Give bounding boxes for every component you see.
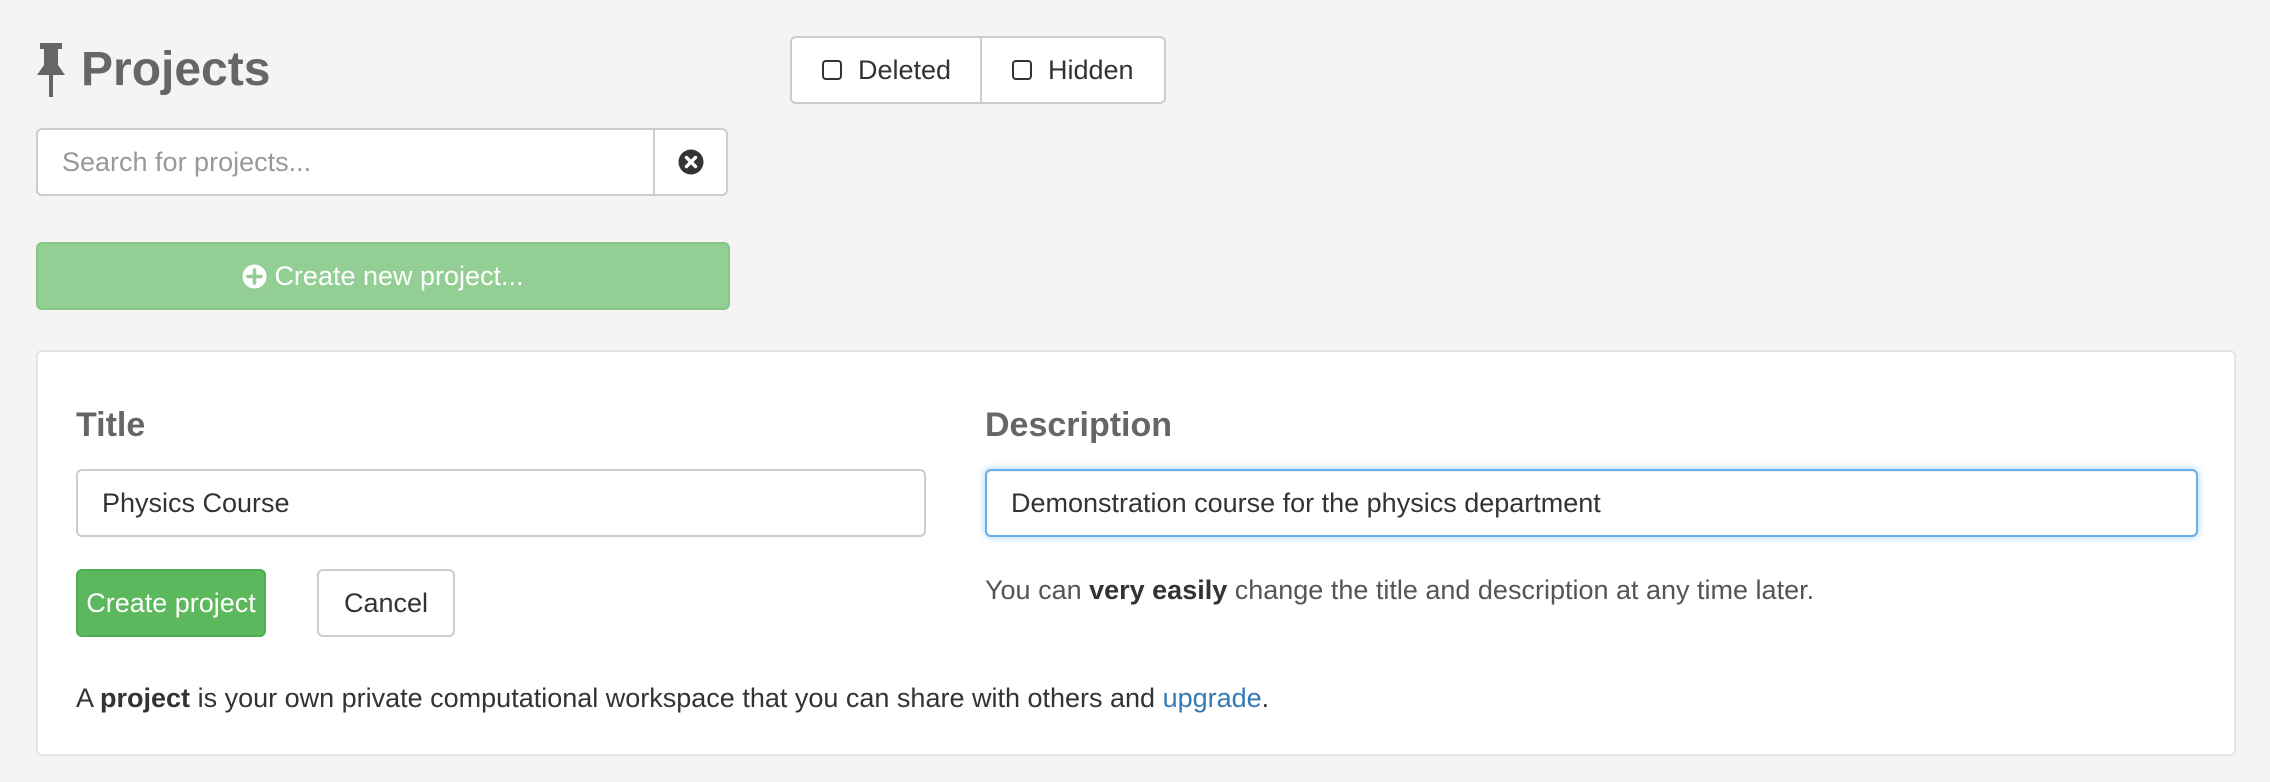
description-input[interactable] [985, 469, 2198, 537]
search-group [36, 128, 728, 196]
explain-after: . [1261, 683, 1270, 713]
explain-middle: is your own private computational worksp… [190, 683, 1163, 713]
page-title: Projects [34, 38, 270, 102]
search-clear-button[interactable] [653, 128, 728, 196]
hint-after: change the title and description at any … [1227, 575, 1815, 605]
deleted-filter-label: Deleted [858, 54, 952, 85]
times-circle-icon [678, 149, 703, 175]
hint-before: You can [985, 575, 1090, 605]
pin-icon [37, 43, 65, 97]
new-project-form-panel: Title Description Create project Cancel … [36, 350, 2236, 756]
project-explanation-text: A project is your own private computatio… [76, 680, 1269, 716]
create-project-button[interactable]: Create project [76, 569, 266, 637]
filter-button-group: Deleted Hidden [790, 36, 1166, 104]
upgrade-link[interactable]: upgrade [1163, 683, 1262, 713]
explain-before: A [76, 683, 101, 713]
title-input[interactable] [76, 469, 926, 537]
title-label: Title [76, 406, 146, 444]
projects-page: Projects Deleted Hidden Create new proje… [0, 0, 2270, 782]
create-new-project-button[interactable]: Create new project... [36, 242, 730, 310]
plus-circle-icon [242, 264, 267, 288]
checkbox-icon [1012, 60, 1032, 80]
hidden-filter-label: Hidden [1048, 54, 1134, 85]
search-input[interactable] [36, 128, 655, 196]
cancel-button[interactable]: Cancel [317, 569, 455, 637]
hidden-filter-button[interactable]: Hidden [980, 36, 1166, 104]
create-new-project-label: Create new project... [274, 260, 524, 291]
explain-bold: project [100, 683, 191, 713]
hint-bold: very easily [1089, 575, 1228, 605]
deleted-filter-button[interactable]: Deleted [790, 36, 982, 104]
edit-hint-text: You can very easily change the title and… [985, 572, 1814, 608]
checkbox-icon [822, 60, 842, 80]
description-label: Description [985, 406, 1173, 444]
page-title-text: Projects [81, 43, 271, 96]
